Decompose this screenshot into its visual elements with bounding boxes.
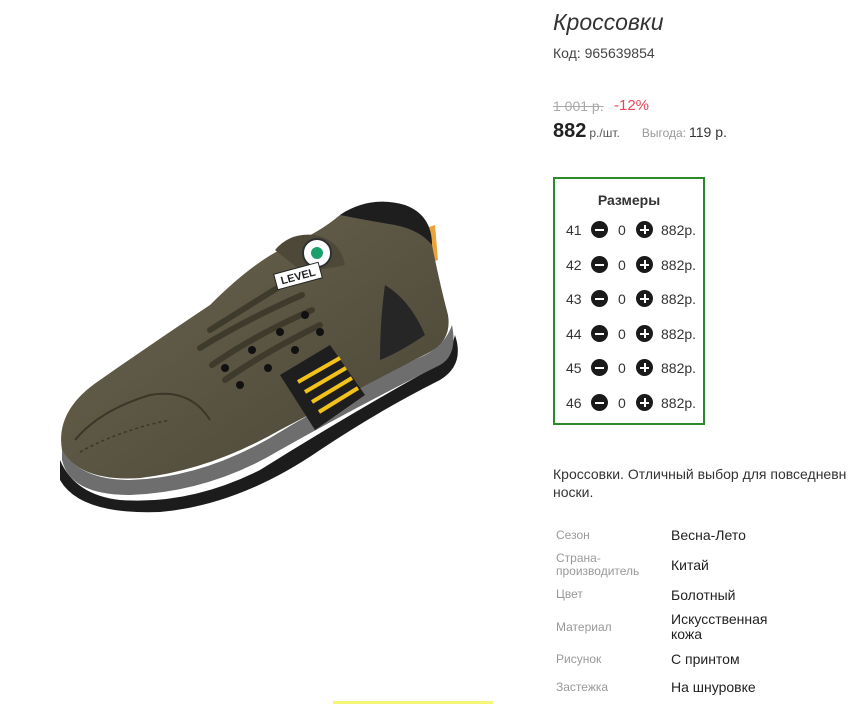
size-row: 44 0 882р. [555,324,707,344]
attr-label-pattern: Рисунок [556,652,602,666]
size-quantity: 0 [618,257,626,273]
benefit-value: 119 р. [689,124,727,140]
attr-label-fastener: Застежка [556,680,609,694]
sizes-title: Размеры [597,192,661,208]
size-row: 45 0 882р. [555,358,707,378]
minus-icon[interactable] [591,394,608,411]
size-row: 43 0 882р. [555,289,707,309]
sizes-panel: Размеры 41 0 882р. 42 0 882р. 43 0 882р.… [553,177,705,425]
product-code: Код: 965639854 [553,45,655,61]
old-price: 1 001 р. [553,98,604,114]
size-number: 43 [566,291,582,307]
size-price: 882р. [661,360,697,376]
size-quantity: 0 [618,395,626,411]
size-quantity: 0 [618,222,626,238]
size-number: 41 [566,222,582,238]
attr-value-country: Китай [671,557,709,573]
plus-icon[interactable] [636,221,653,238]
plus-icon[interactable] [636,256,653,273]
size-price: 882р. [661,326,697,342]
discount-badge: -12% [614,97,650,114]
minus-icon[interactable] [591,290,608,307]
product-image: LEVEL [60,201,458,513]
attr-value-color: Болотный [671,587,736,603]
price-row: 882 р./шт. Выгода: 119 р. [553,120,727,143]
size-number: 44 [566,326,582,342]
attr-label-season: Сезон [556,528,590,542]
size-price: 882р. [661,291,697,307]
size-price: 882р. [661,395,697,411]
size-number: 42 [566,257,582,273]
attr-value-pattern: С принтом [671,651,740,667]
plus-icon[interactable] [636,359,653,376]
size-row: 42 0 882р. [555,255,707,275]
price-unit: р./шт. [589,126,620,140]
size-price: 882р. [661,222,697,238]
description-line: Кроссовки. Отличный выбор для повседневн [553,466,847,482]
attr-label-country: Страна- производитель [556,551,640,578]
minus-icon[interactable] [591,325,608,342]
plus-icon[interactable] [636,290,653,307]
size-number: 46 [566,395,582,411]
attr-value-fastener: На шнуровке [671,679,756,695]
size-row: 41 0 882р. [555,220,707,240]
size-price: 882р. [661,257,697,273]
minus-icon[interactable] [591,256,608,273]
plus-icon[interactable] [636,325,653,342]
attr-label-material: Материал [556,620,612,634]
plus-icon[interactable] [636,394,653,411]
size-quantity: 0 [618,326,626,342]
benefit-label: Выгода: [641,126,687,140]
product-title: Кроссовки [553,9,664,35]
attr-value-material: Искусственная кожа [671,611,768,642]
product-description: Кроссовки. Отличный выбор для повседневн… [553,465,850,501]
size-number: 45 [566,360,582,376]
minus-icon[interactable] [591,359,608,376]
attr-value-season: Весна-Лето [671,527,746,543]
size-quantity: 0 [618,360,626,376]
minus-icon[interactable] [591,221,608,238]
description-line: носки. [553,484,594,500]
current-price: 882 [553,120,587,142]
attr-label-color: Цвет [556,587,583,601]
size-quantity: 0 [618,291,626,307]
size-row: 46 0 882р. [555,393,707,413]
